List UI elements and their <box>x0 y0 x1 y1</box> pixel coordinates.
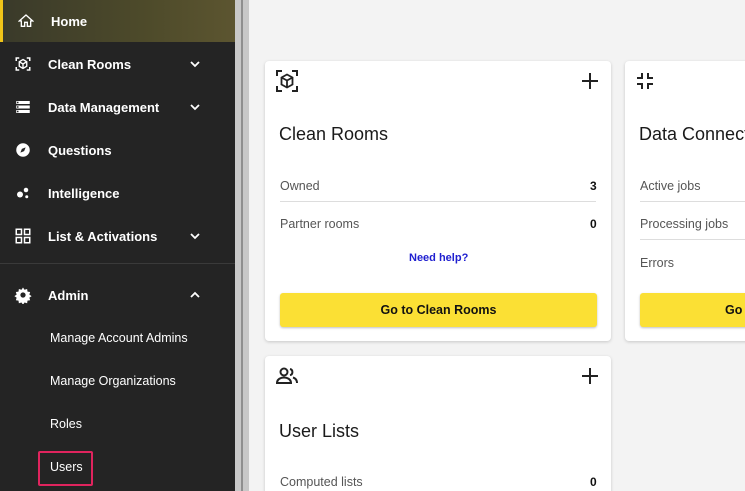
cube-icon <box>14 55 32 73</box>
go-to-clean-rooms-button[interactable]: Go to Clean Rooms <box>280 293 597 327</box>
cube-icon <box>275 69 299 93</box>
row-label: Partner rooms <box>280 217 360 231</box>
user-lists-card: User Lists Computed lists 0 <box>265 356 611 491</box>
sidebar-item-list-activations[interactable]: List & Activations <box>0 216 235 256</box>
row-label: Computed lists <box>280 475 363 489</box>
sidebar-divider <box>0 263 235 264</box>
sidebar-item-label: Data Management <box>48 99 160 115</box>
sidebar-item-label: List & Activations <box>48 228 158 244</box>
add-icon[interactable] <box>580 71 600 91</box>
sidebar-item-questions[interactable]: Questions <box>0 130 235 170</box>
row-value: 0 <box>590 475 597 489</box>
need-help-link[interactable]: Need help? <box>409 252 468 264</box>
row-value: 3 <box>590 179 597 193</box>
grid-icon <box>14 227 32 245</box>
highlight-box <box>38 451 93 486</box>
card-title: Clean Rooms <box>279 124 389 144</box>
sidebar-subitem-roles[interactable]: Roles <box>50 417 82 431</box>
card-title: Data Connect <box>639 124 745 144</box>
row-value: 0 <box>590 217 597 231</box>
row-label: Active jobs <box>640 179 701 193</box>
chevron-down-icon[interactable] <box>188 100 202 114</box>
clean-rooms-card: Clean Rooms Owned 3 Partner rooms 0 Need… <box>265 61 611 341</box>
home-icon <box>17 12 35 30</box>
collapse-icon <box>635 71 659 95</box>
add-icon[interactable] <box>580 366 600 386</box>
card-title: User Lists <box>279 421 360 441</box>
chevron-up-icon[interactable] <box>188 288 202 302</box>
people-icon <box>275 366 299 390</box>
sidebar-subitem-manage-organizations[interactable]: Manage Organizations <box>50 374 176 388</box>
chevron-down-icon[interactable] <box>188 229 202 243</box>
row-divider <box>640 239 745 240</box>
sidebar-item-label: Intelligence <box>48 185 120 201</box>
sidebar-item-label: Questions <box>48 142 112 158</box>
sidebar-item-label: Home <box>51 13 88 29</box>
sidebar-item-label: Admin <box>48 287 89 303</box>
row-divider <box>280 201 596 202</box>
sidebar-item-data-management[interactable]: Data Management <box>0 87 235 127</box>
sidebar-item-intelligence[interactable]: Intelligence <box>0 173 235 213</box>
sidebar-item-label: Clean Rooms <box>48 56 132 72</box>
sidebar-item-admin[interactable]: Admin <box>0 275 235 315</box>
compass-icon <box>14 141 32 159</box>
sidebar-item-home[interactable]: Home <box>0 0 235 42</box>
data-connect-card: Data Connect Active jobs Processing jobs… <box>625 61 745 341</box>
row-label: Processing jobs <box>640 217 729 231</box>
storage-icon <box>14 98 32 116</box>
bubbles-icon <box>14 184 32 202</box>
chevron-down-icon[interactable] <box>188 57 202 71</box>
row-label: Owned <box>280 179 320 193</box>
scrollbar-track <box>241 0 243 491</box>
gear-icon <box>14 286 32 304</box>
row-divider <box>640 201 745 202</box>
go-to-data-connect-button[interactable]: Go <box>640 293 745 327</box>
sidebar-item-clean-rooms[interactable]: Clean Rooms <box>0 44 235 84</box>
sidebar-subitem-manage-account-admins[interactable]: Manage Account Admins <box>50 331 188 345</box>
row-label: Errors <box>640 256 675 270</box>
sidebar: Home Clean Rooms Data Management Questio… <box>0 0 235 491</box>
